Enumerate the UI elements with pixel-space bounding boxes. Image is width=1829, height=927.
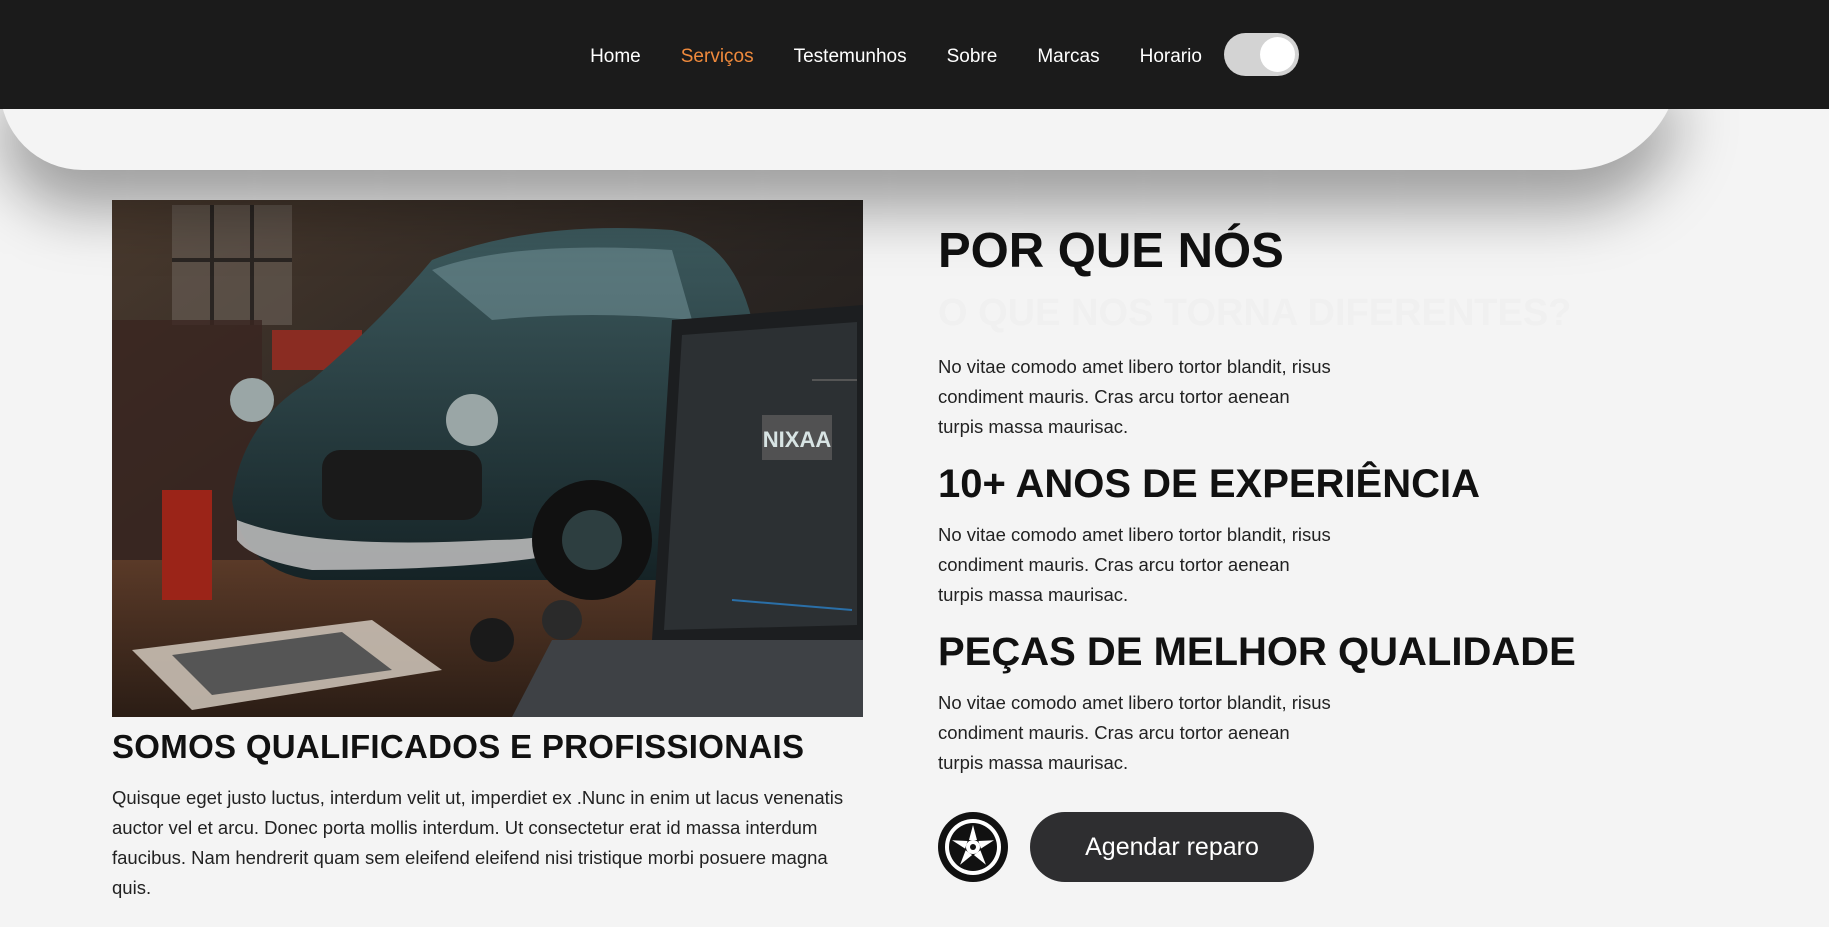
experience-text: No vitae comodo amet libero tortor bland…	[938, 524, 1331, 605]
experience-heading: 10+ ANOS DE EXPERIÊNCIA	[938, 462, 1481, 506]
theme-toggle[interactable]	[1223, 33, 1299, 76]
top-navbar: Home Serviços Testemunhos Sobre Marcas H…	[0, 0, 1829, 109]
quality-text: No vitae comodo amet libero tortor bland…	[938, 692, 1331, 773]
nav-link-sobre[interactable]: Sobre	[947, 46, 998, 68]
hero-photo: NIXAA	[112, 200, 863, 717]
schedule-cta: Agendar reparo	[938, 812, 1314, 882]
nav-link-testemunhos[interactable]: Testemunhos	[794, 46, 907, 68]
why-us-intro: No vitae comodo amet libero tortor bland…	[938, 356, 1331, 437]
quality-heading: PEÇAS DE MELHOR QUALIDADE	[938, 630, 1576, 674]
wheel-rim-icon	[938, 812, 1008, 882]
qualified-title: SOMOS QUALIFICADOS E PROFISSIONAIS	[112, 728, 805, 765]
nav-link-servicos[interactable]: Serviços	[681, 46, 754, 68]
nav-link-home[interactable]: Home	[590, 46, 641, 68]
why-us-header: POR QUE NÓS O QUE NOS TORNA DIFERENTES?	[938, 224, 1738, 335]
qualified-text: Quisque eget justo luctus, interdum veli…	[112, 787, 844, 898]
vintage-car-garage-photo-icon: NIXAA	[112, 200, 863, 717]
nav-link-marcas[interactable]: Marcas	[1037, 46, 1099, 68]
why-us-subtitle: O QUE NOS TORNA DIFERENTES?	[938, 291, 1572, 334]
nav-link-horario[interactable]: Horario	[1140, 46, 1202, 68]
laptop-screen-logo: NIXAA	[763, 427, 832, 452]
main-nav: Home Serviços Testemunhos Sobre Marcas H…	[0, 0, 1829, 109]
toggle-knob	[1259, 37, 1295, 72]
schedule-repair-button[interactable]: Agendar reparo	[1030, 812, 1314, 882]
why-us-title: POR QUE NÓS	[938, 224, 1284, 278]
